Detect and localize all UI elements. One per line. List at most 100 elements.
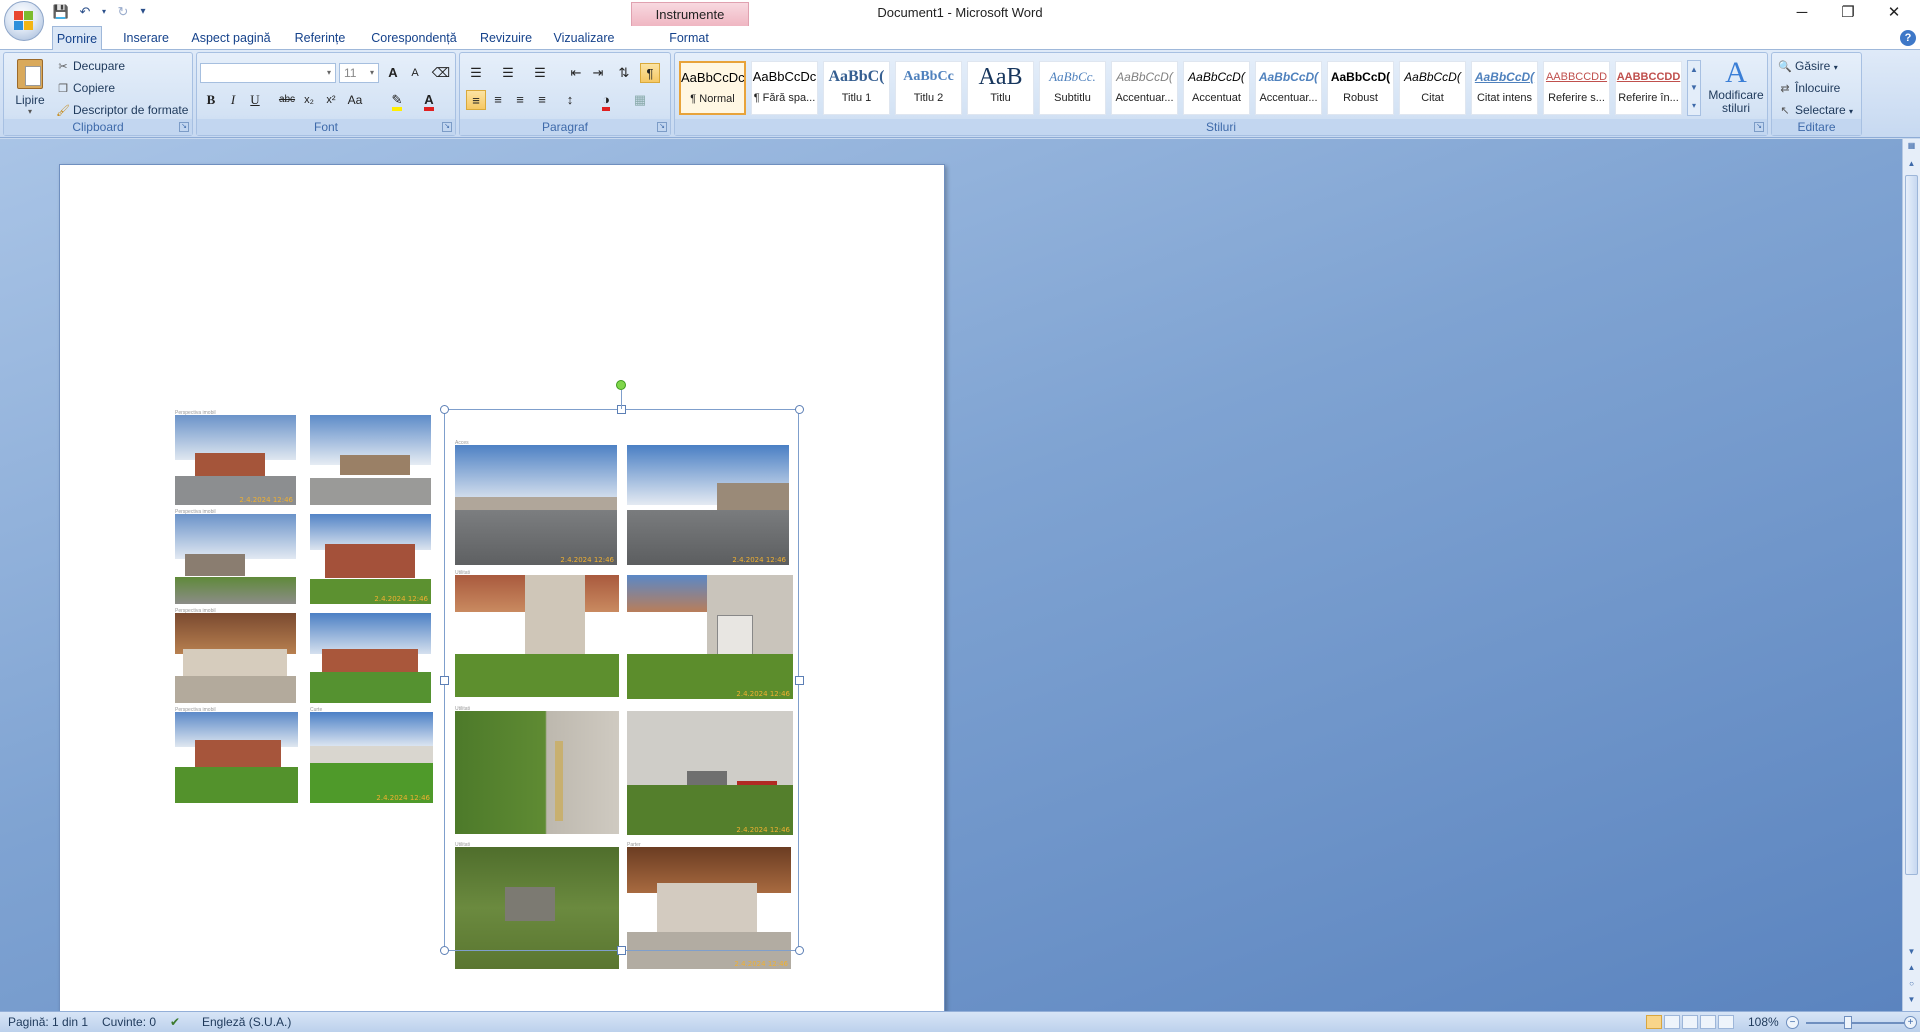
tab-insert[interactable]: Inserare: [112, 26, 180, 50]
decrease-indent-icon[interactable]: ⇤: [566, 63, 586, 83]
style-normal[interactable]: AaBbCcDc ¶ Normal: [679, 61, 746, 115]
dialog-launcher-icon[interactable]: ↘: [657, 122, 667, 132]
chevron-up-icon[interactable]: ▲: [1688, 61, 1700, 79]
style-subtle-reference[interactable]: AABBCCDD Referire s...: [1543, 61, 1610, 115]
line-spacing-icon[interactable]: ↕: [560, 90, 580, 110]
font-name-combo[interactable]: ▾: [200, 63, 336, 83]
undo-dropdown-icon[interactable]: ▾: [100, 3, 108, 21]
photo-house-perspective[interactable]: 2.4.2024 12:46: [175, 415, 296, 505]
photo-house-interior[interactable]: [175, 613, 296, 703]
italic-button[interactable]: I: [223, 90, 243, 110]
tab-home[interactable]: Pornire: [52, 26, 102, 51]
photo-house-perspective[interactable]: [175, 712, 298, 803]
tab-mailings[interactable]: Corespondență: [364, 26, 464, 50]
scroll-down-icon[interactable]: ▼: [1903, 945, 1920, 959]
style-intense-emphasis[interactable]: AaBbCcD(Accentuar...: [1255, 61, 1322, 115]
qat-customize-icon[interactable]: ▾: [138, 3, 148, 21]
style-emphasis[interactable]: AaBbCcD(Accentuat: [1183, 61, 1250, 115]
scroll-thumb[interactable]: [1905, 175, 1918, 875]
photo-house-perspective[interactable]: [310, 613, 431, 703]
print-layout-view-icon[interactable]: [1646, 1015, 1662, 1029]
resize-handle[interactable]: [440, 946, 449, 955]
superscript-button[interactable]: x²: [321, 90, 341, 110]
format-painter-button[interactable]: 🖌 Descriptor de formate: [56, 101, 188, 119]
previous-page-icon[interactable]: ▲: [1903, 961, 1920, 975]
font-size-combo[interactable]: 11 ▾: [339, 63, 379, 83]
style-title[interactable]: AaB Titlu: [967, 61, 1034, 115]
copy-button[interactable]: ❐ Copiere: [56, 79, 115, 97]
highlight-icon[interactable]: ✎: [387, 90, 407, 111]
gallery-more-icon[interactable]: ▾: [1688, 97, 1700, 115]
gallery-scroll[interactable]: ▲ ▼ ▾: [1687, 60, 1701, 116]
paste-button[interactable]: Lipire ▾: [10, 57, 50, 117]
vertical-scrollbar[interactable]: ▦ ▲ ▼ ▲ ○ ▼: [1902, 139, 1920, 1011]
align-left-icon[interactable]: ≡: [466, 90, 486, 110]
zoom-slider[interactable]: [1806, 1022, 1904, 1024]
close-button[interactable]: ✕: [1871, 0, 1917, 26]
style-no-spacing[interactable]: AaBbCcDc ¶ Fără spa...: [751, 61, 818, 115]
style-subtle-emphasis[interactable]: AaBbCcD(Accentuar...: [1111, 61, 1178, 115]
shading-icon[interactable]: ◑: [596, 90, 616, 111]
zoom-level[interactable]: 108%: [1748, 1014, 1779, 1031]
zoom-slider-thumb[interactable]: [1844, 1016, 1852, 1029]
style-heading-2[interactable]: AaBbCc Titlu 2: [895, 61, 962, 115]
select-button[interactable]: ↖ Selectare ▾: [1778, 101, 1853, 119]
tab-references[interactable]: Referințe: [286, 26, 354, 50]
grow-font-button[interactable]: A: [383, 63, 403, 83]
font-color-icon[interactable]: A: [419, 90, 439, 111]
increase-indent-icon[interactable]: ⇥: [588, 63, 608, 83]
dialog-launcher-icon[interactable]: ↘: [1754, 122, 1764, 132]
tab-view[interactable]: Vizualizare: [548, 26, 620, 50]
zoom-in-icon[interactable]: +: [1904, 1016, 1917, 1029]
document-page[interactable]: Perspectiva imobil 2.4.2024 12:46 Perspe…: [59, 164, 945, 1011]
subscript-button[interactable]: x₂: [299, 90, 319, 110]
word-count[interactable]: Cuvinte: 0: [102, 1014, 156, 1031]
minimize-button[interactable]: ─: [1779, 0, 1825, 26]
web-layout-icon[interactable]: [1682, 1015, 1698, 1029]
help-icon[interactable]: ?: [1900, 30, 1916, 46]
show-formatting-marks-button[interactable]: ¶: [640, 63, 660, 83]
photo-yard[interactable]: 2.4.2024 12:46: [310, 712, 433, 803]
image-selection-frame[interactable]: [444, 409, 799, 951]
style-subtitle[interactable]: AaBbCc. Subtitlu: [1039, 61, 1106, 115]
language[interactable]: Engleză (S.U.A.): [202, 1014, 291, 1031]
bold-button[interactable]: B: [201, 90, 221, 110]
chevron-down-icon[interactable]: ▼: [1688, 79, 1700, 97]
cut-button[interactable]: ✂ Decupare: [56, 57, 125, 75]
resize-handle[interactable]: [795, 405, 804, 414]
scroll-up-icon[interactable]: ▲: [1903, 157, 1920, 171]
strikethrough-button[interactable]: abc: [277, 90, 297, 110]
resize-handle[interactable]: [440, 676, 449, 685]
change-styles-button[interactable]: A Modificare stiluri: [1707, 57, 1765, 115]
proofing-icon[interactable]: ✔: [170, 1014, 180, 1031]
clear-formatting-icon[interactable]: ⌫: [431, 63, 451, 83]
tab-review[interactable]: Revizuire: [474, 26, 538, 50]
style-quote[interactable]: AaBbCcD(Citat: [1399, 61, 1466, 115]
sort-icon[interactable]: ⇅: [614, 63, 634, 83]
style-intense-quote[interactable]: AaBbCcD(Citat intens: [1471, 61, 1538, 115]
style-heading-1[interactable]: AaBbC(Titlu 1: [823, 61, 890, 115]
justify-icon[interactable]: ≡: [532, 90, 552, 110]
full-screen-reading-icon[interactable]: [1664, 1015, 1680, 1029]
shrink-font-button[interactable]: A: [405, 63, 425, 83]
undo-icon[interactable]: ↶: [76, 3, 94, 21]
resize-handle[interactable]: [795, 946, 804, 955]
office-button[interactable]: [4, 1, 44, 41]
browse-object-icon[interactable]: ○: [1903, 977, 1920, 991]
dialog-launcher-icon[interactable]: ↘: [442, 122, 452, 132]
photo-house-perspective[interactable]: [310, 415, 431, 505]
redo-icon[interactable]: ↻: [114, 3, 132, 21]
resize-handle[interactable]: [795, 676, 804, 685]
style-strong[interactable]: AaBbCcD(Robust: [1327, 61, 1394, 115]
align-right-icon[interactable]: ≡: [510, 90, 530, 110]
restore-button[interactable]: ❐: [1825, 0, 1871, 26]
ruler-toggle-icon[interactable]: ▦: [1903, 139, 1920, 153]
borders-icon[interactable]: ▦: [630, 90, 650, 110]
next-page-icon[interactable]: ▼: [1903, 993, 1920, 1007]
tab-page-layout[interactable]: Aspect pagină: [186, 26, 276, 50]
bullets-icon[interactable]: ☰: [466, 63, 486, 83]
multilevel-list-icon[interactable]: ☰: [530, 63, 550, 83]
align-center-icon[interactable]: ≡: [488, 90, 508, 110]
underline-button[interactable]: U: [245, 90, 265, 110]
find-button[interactable]: 🔍 Găsire ▾: [1778, 57, 1838, 75]
